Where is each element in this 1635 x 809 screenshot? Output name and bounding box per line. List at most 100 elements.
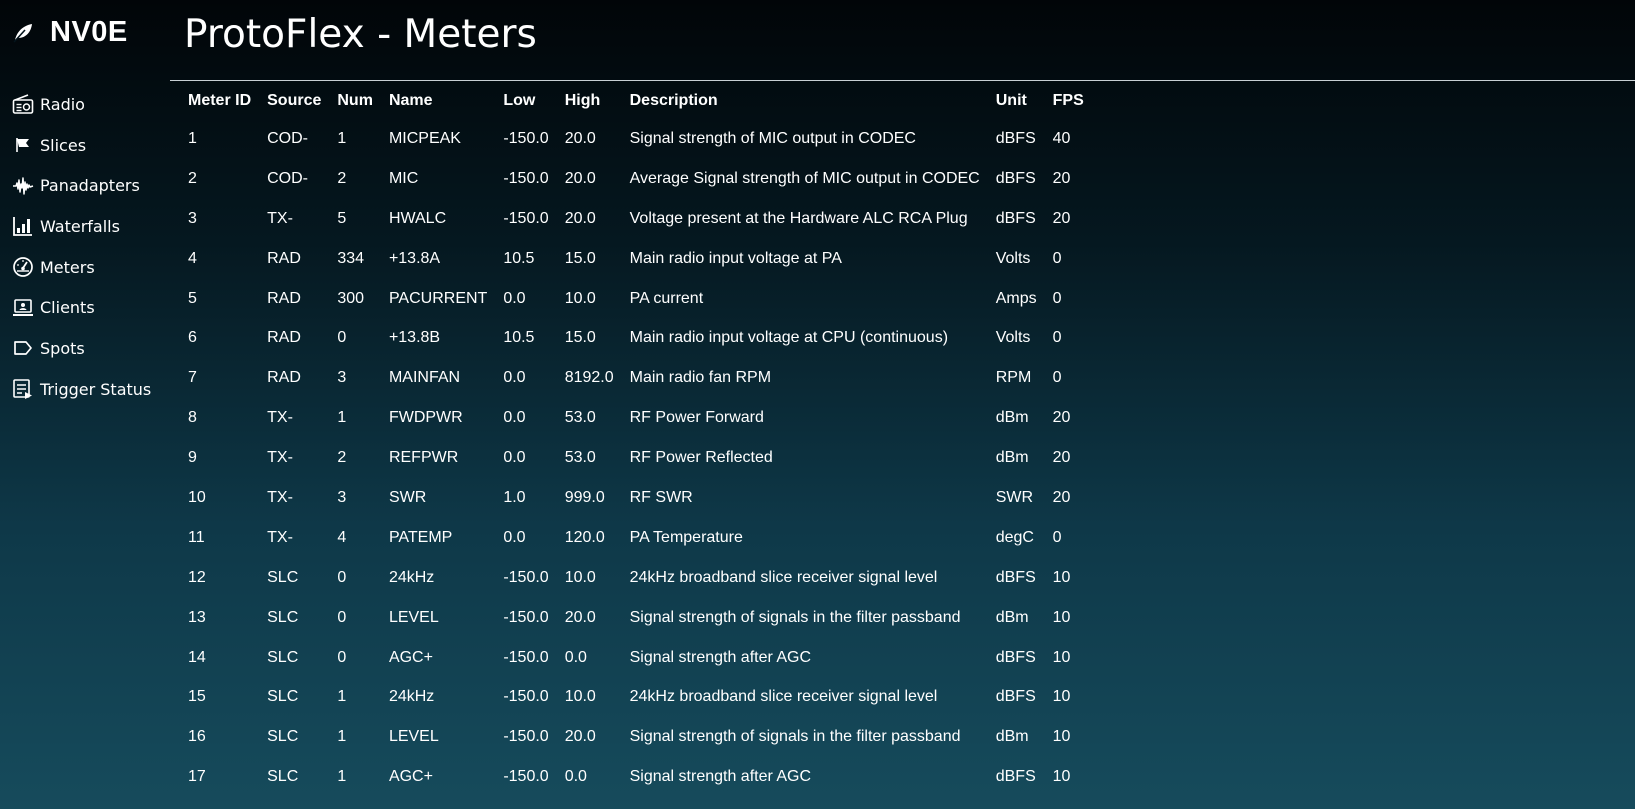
cell-high: 20.0 [564,608,596,626]
brand[interactable]: NV0E [12,14,128,50]
cell-unit: dBm [995,728,1029,746]
cell-description: Average Signal strength of MIC output in… [629,169,980,187]
cell-unit: dBFS [995,568,1036,586]
cell-fps: 0 [1052,369,1062,387]
sidebar-item-clients[interactable]: Clients [12,287,151,328]
cell-name: +13.8A [388,249,441,267]
cell-unit: SWR [995,488,1034,506]
cell-source: SLC [267,688,299,706]
cell-high: 20.0 [564,169,596,187]
column-header-name: Name [388,92,433,109]
cell-source: RAD [267,289,301,307]
sidebar-item-radio[interactable]: Radio [12,84,151,125]
sidebar-nav: Radio Slices Panadapters Waterfalls Mete… [12,84,151,410]
cell-name: +13.8B [388,329,441,347]
cell-high: 20.0 [564,209,596,227]
sidebar-item-slices[interactable]: Slices [12,125,151,166]
cell-name: AGC+ [388,768,433,786]
cell-source: COD- [267,169,309,187]
cell-num: 0 [337,648,347,666]
cell-description: Signal strength of signals in the filter… [629,608,961,626]
cell-fps: 40 [1052,129,1071,147]
cell-unit: degC [995,528,1034,546]
cell-name: PACURRENT [388,289,488,307]
cell-low: 10.5 [503,249,535,267]
cell-high: 53.0 [564,449,596,467]
table-row: 8 TX- 1 FWDPWR 0.0 53.0 RF Power Forward dBm 20 [180,398,1092,438]
cell-meter-id: 9 [188,449,197,467]
sidebar-item-meters[interactable]: Meters [12,247,151,288]
cell-low: -150.0 [503,169,549,187]
cell-name: 24kHz [388,568,435,586]
cell-description: Signal strength after AGC [629,768,812,786]
cell-source: COD- [267,129,309,147]
cell-low: 0.0 [503,289,526,307]
cell-fps: 0 [1052,528,1062,546]
cell-num: 334 [337,249,365,267]
cell-name: LEVEL [388,608,439,626]
column-header-description: Description [629,92,718,109]
header-divider [170,80,1635,81]
cell-source: SLC [267,648,299,666]
sidebar-item-spots[interactable]: Spots [12,328,151,369]
cell-fps: 20 [1052,449,1071,467]
cell-meter-id: 4 [188,249,197,267]
table-row: 2 COD- 2 MIC -150.0 20.0 Average Signal streng… [180,159,1092,199]
cell-source: SLC [267,608,299,626]
column-header-fps: FPS [1052,92,1084,109]
cell-source: SLC [267,768,299,786]
cell-meter-id: 17 [188,768,206,786]
cell-num: 3 [337,488,347,506]
cell-meter-id: 7 [188,369,197,387]
cell-name: SWR [388,488,427,506]
leaf-icon [12,21,34,43]
cell-high: 20.0 [564,129,596,147]
page-title: ProtoFlex - Meters [184,12,537,57]
cell-source: TX- [267,209,293,227]
sidebar-item-panadapters[interactable]: Panadapters [12,165,151,206]
bar-chart-icon [12,215,34,237]
table-row: 16 SLC 1 LEVEL -150.0 20.0 Signal strength of … [180,717,1092,757]
cell-low: -150.0 [503,648,549,666]
cell-high: 53.0 [564,409,596,427]
cell-name: MICPEAK [388,129,461,147]
cell-high: 10.0 [564,289,596,307]
cell-high: 15.0 [564,249,596,267]
table-row: 1 COD- 1 MICPEAK -150.0 20.0 Signal strength o… [180,119,1092,159]
radio-icon [12,93,34,115]
cell-description: RF Power Reflected [629,449,773,467]
cell-name: REFPWR [388,449,459,467]
cell-name: HWALC [388,209,447,227]
sidebar-item-waterfalls[interactable]: Waterfalls [12,206,151,247]
cell-fps: 0 [1052,289,1062,307]
list-play-icon [12,378,34,400]
cell-num: 4 [337,528,347,546]
table-row: 14 SLC 0 AGC+ -150.0 0.0 Signal strength after… [180,638,1092,678]
cell-description: Main radio input voltage at PA [629,249,842,267]
cell-fps: 10 [1052,608,1071,626]
laptop-icon [12,297,34,319]
cell-low: -150.0 [503,209,549,227]
cell-unit: Volts [995,329,1031,347]
cell-high: 0.0 [564,648,587,666]
waveform-icon [12,175,34,197]
cell-name: MAINFAN [388,369,461,387]
cell-unit: dBFS [995,768,1036,786]
cell-description: Signal strength of signals in the filter… [629,728,961,746]
meters-table: Meter ID Source Num Name Low High Descri… [180,83,1092,797]
cell-high: 10.0 [564,568,596,586]
cell-unit: dBFS [995,209,1036,227]
column-header-source: Source [267,92,322,109]
column-header-num: Num [337,92,373,109]
cell-low: 1.0 [503,488,526,506]
cell-source: RAD [267,329,301,347]
cell-description: RF Power Forward [629,409,764,427]
cell-description: 24kHz broadband slice receiver signal le… [629,688,938,706]
sidebar-item-trigger-status[interactable]: Trigger Status [12,369,151,410]
cell-description: Main radio fan RPM [629,369,772,387]
cell-source: RAD [267,369,301,387]
cell-fps: 10 [1052,688,1071,706]
cell-num: 2 [337,169,347,187]
cell-description: Main radio input voltage at CPU (continu… [629,329,949,347]
sidebar-item-label: Radio [40,94,85,114]
